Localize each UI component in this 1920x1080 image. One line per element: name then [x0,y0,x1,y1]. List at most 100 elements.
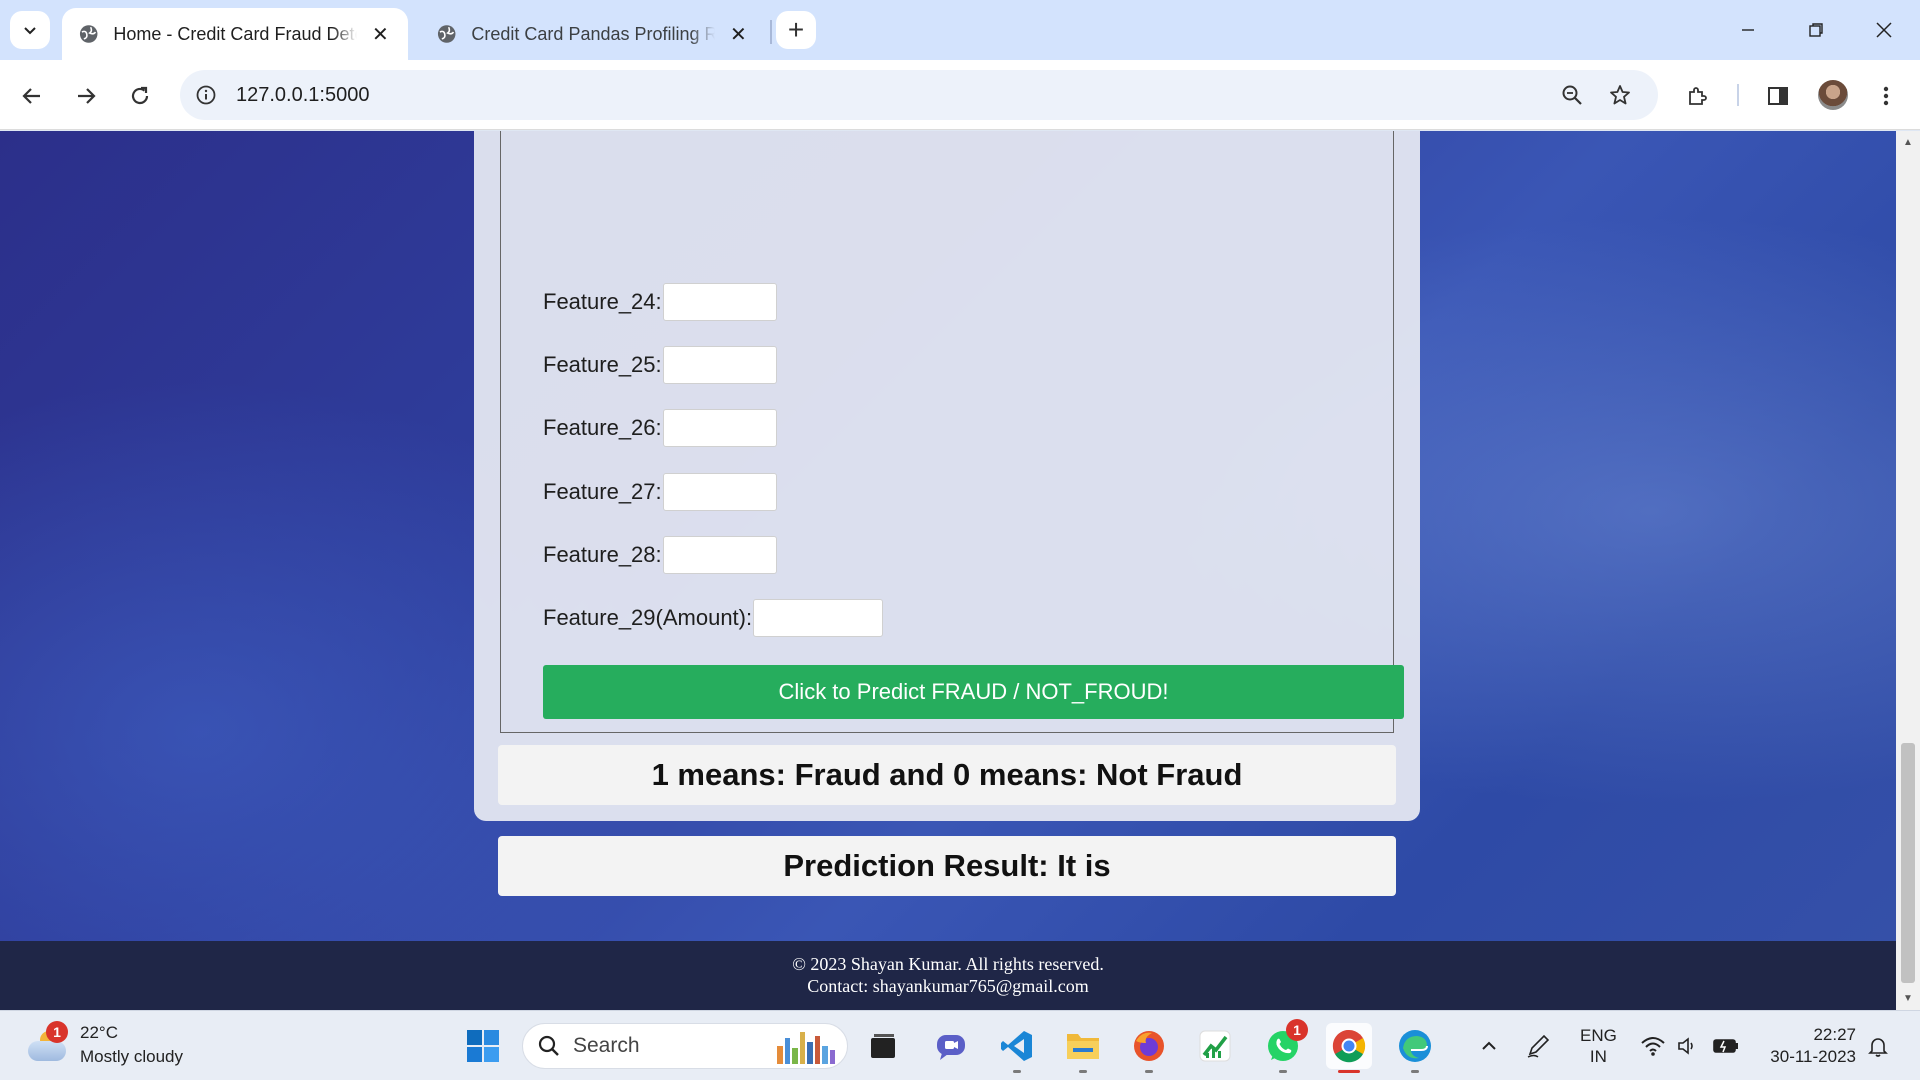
feature-26-input[interactable] [662,409,777,447]
task-view-icon [871,1034,895,1058]
tab-home[interactable]: Home - Credit Card Fraud Detection ✕ [62,8,408,60]
taskbar-chrome[interactable] [1326,1023,1372,1073]
weather-description: Mostly cloudy [80,1047,183,1066]
extensions-button[interactable] [1680,78,1716,114]
close-icon[interactable]: ✕ [369,22,392,47]
language-region: IN [1589,1047,1607,1066]
taskbar-search[interactable]: Search [522,1023,848,1069]
pen-menu[interactable] [1524,1011,1552,1080]
predict-button[interactable]: Click to Predict FRAUD / NOT_FROUD! [543,665,1404,719]
tab-title: Home - Credit Card Fraud Detection [113,23,356,44]
scrollbar-thumb[interactable] [1901,743,1915,983]
active-indicator [1338,1070,1360,1073]
taskbar-whatsapp[interactable]: 1 [1260,1019,1308,1073]
zoom-icon[interactable] [1554,77,1590,113]
reload-button[interactable] [122,78,158,114]
quick-settings[interactable] [1640,1011,1740,1080]
contact-text: Contact: shayankumar765@gmail.com [807,976,1089,996]
new-tab-button[interactable]: + [776,11,816,49]
globe-icon [437,25,456,43]
volume-icon [1678,1037,1693,1055]
field-label: Feature_29(Amount): [543,605,753,630]
field-feature-26: Feature_26: [543,409,777,447]
page-footer: © 2023 Shayan Kumar. All rights reserved… [0,941,1896,1010]
prediction-result: Prediction Result: It is [498,836,1396,896]
search-label: Search [573,1034,640,1057]
chevron-down-icon [24,27,36,35]
back-button[interactable] [14,78,50,114]
scroll-down-icon[interactable]: ▼ [1903,993,1913,1004]
field-label: Feature_25: [543,352,662,377]
tab-separator [770,20,772,44]
running-indicator [1079,1070,1087,1073]
side-panel-button[interactable] [1760,78,1796,114]
clock[interactable]: 22:27 30-11-2023 [1760,1011,1856,1080]
whatsapp-badge: 1 [1286,1019,1308,1041]
prediction-card: Feature_24: Feature_25: Feature_26: Feat… [474,131,1420,896]
running-indicator [1279,1070,1287,1073]
taskbar-firefox[interactable] [1126,1023,1172,1073]
page-scrollbar[interactable]: ▲ ▼ [1896,131,1920,1010]
tab-strip: Home - Credit Card Fraud Detection ✕ Cre… [0,0,1920,60]
taskbar-stocks-app[interactable] [1192,1023,1238,1069]
folder-icon [1067,1034,1099,1059]
field-feature-25: Feature_25: [543,346,777,384]
scroll-up-icon[interactable]: ▲ [1903,137,1913,148]
wifi-icon [1641,1037,1665,1056]
chart-growth-icon [1199,1030,1231,1062]
minimize-button[interactable] [1726,14,1770,46]
close-window-button[interactable] [1862,14,1906,46]
chat-icon [937,1035,965,1060]
features-fieldset: Feature_24: Feature_25: Feature_26: Feat… [500,131,1404,733]
feature-27-input[interactable] [662,473,777,511]
feature-28-input[interactable] [662,536,777,574]
arrow-right-icon [78,88,96,104]
pen-icon [1527,1034,1550,1058]
restore-button[interactable] [1794,14,1838,46]
firefox-icon [1134,1031,1164,1061]
taskbar-task-view[interactable] [860,1023,906,1069]
start-button[interactable] [460,1023,506,1069]
arrow-left-icon [22,88,40,104]
notifications-button[interactable] [1866,1011,1890,1080]
close-icon[interactable]: ✕ [727,22,750,47]
show-hidden-icons[interactable] [1478,1011,1500,1080]
weather-temperature: 22°C [80,1023,118,1042]
feature-29-amount-input[interactable] [753,599,884,637]
taskbar-file-explorer[interactable] [1060,1023,1106,1073]
feature-25-input[interactable] [662,346,777,384]
forward-button[interactable] [68,78,104,114]
close-icon [1876,22,1892,38]
running-indicator [1145,1070,1153,1073]
battery-icon [1713,1039,1738,1053]
language-indicator[interactable]: ENG IN [1580,1011,1617,1080]
taskbar-vscode[interactable] [994,1023,1040,1073]
taskbar-edge[interactable] [1392,1023,1438,1073]
running-indicator [1013,1070,1021,1073]
site-info-icon[interactable] [188,77,224,113]
tab-profiling-report[interactable]: Credit Card Pandas Profiling Report ✕ [420,8,766,60]
bookmark-star-icon[interactable] [1602,77,1638,113]
weather-widget[interactable]: 1 22°C Mostly cloudy [26,1021,183,1069]
address-bar[interactable]: 127.0.0.1:5000 [180,70,1658,120]
weather-cloudy-icon: 1 [26,1021,68,1065]
field-label: Feature_26: [543,415,662,440]
field-label: Feature_24: [543,289,662,314]
profile-avatar[interactable] [1818,80,1848,110]
copyright-text: © 2023 Shayan Kumar. All rights reserved… [792,954,1104,974]
url-text: 127.0.0.1:5000 [236,84,370,106]
edge-icon [1399,1030,1431,1062]
tab-search-button[interactable] [10,11,50,49]
menu-button[interactable] [1868,78,1904,114]
legend-note: 1 means: Fraud and 0 means: Not Fraud [498,745,1396,805]
feature-24-input[interactable] [662,283,777,321]
search-icon [538,1035,559,1056]
taskbar: 1 22°C Mostly cloudy Search 1 ENG IN 22:… [0,1010,1920,1080]
field-feature-27: Feature_27: [543,473,777,511]
minimize-icon [1742,29,1754,31]
clock-time: 22:27 [1813,1025,1856,1044]
taskbar-teams-chat[interactable] [928,1023,974,1069]
field-feature-29-amount: Feature_29(Amount): [543,599,884,637]
puzzle-icon [1689,87,1707,105]
side-panel-icon [1768,87,1788,105]
